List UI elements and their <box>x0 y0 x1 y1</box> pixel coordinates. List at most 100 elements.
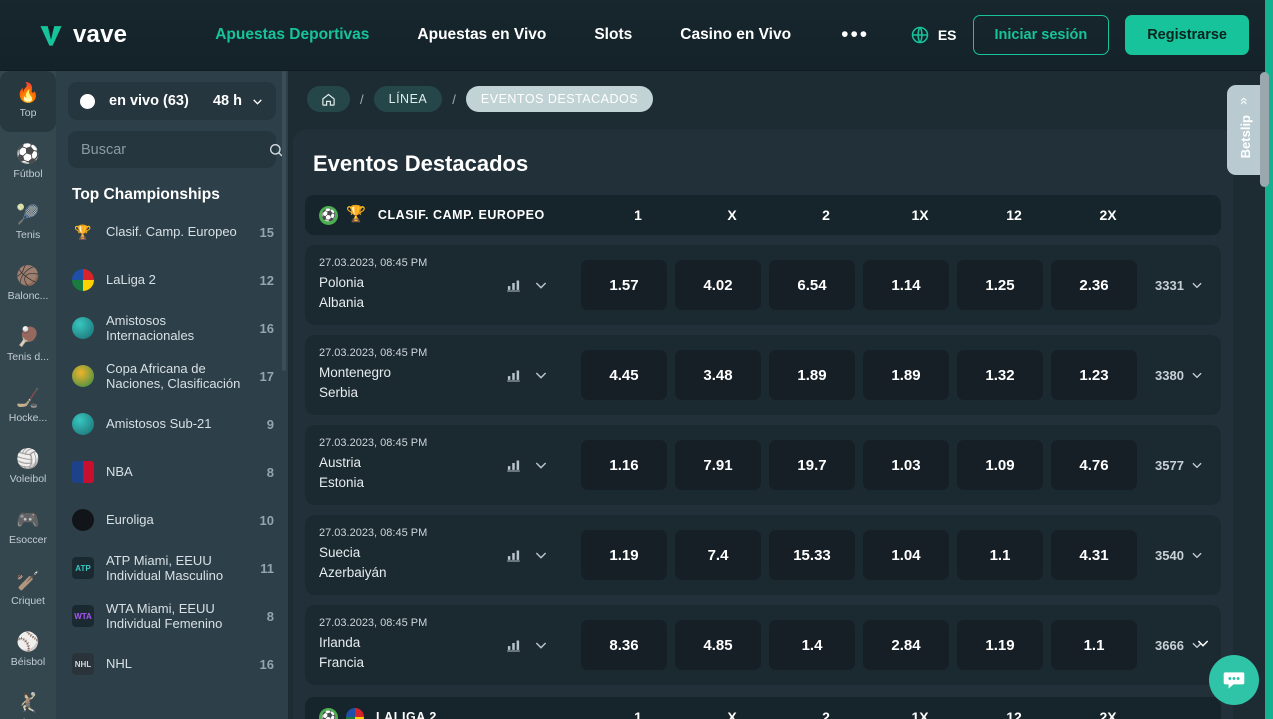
odd-cell-x[interactable]: 4.02 <box>675 260 761 310</box>
betslip-tab[interactable]: « Betslip <box>1227 85 1263 175</box>
rail-item-top[interactable]: 🔥 Top <box>0 71 56 132</box>
chevron-down-icon[interactable] <box>533 457 549 473</box>
odd-cell-2x[interactable]: 1.1 <box>1051 620 1137 670</box>
chevron-down-icon[interactable] <box>533 637 549 653</box>
rail-item-baloncesto[interactable]: 🏀 Balonc... <box>0 254 56 315</box>
main-nav: Apuestas Deportivas Apuestas en Vivo Slo… <box>191 24 895 45</box>
chevron-down-icon[interactable] <box>533 547 549 563</box>
chevron-down-icon[interactable] <box>533 367 549 383</box>
odd-cell-1[interactable]: 1.57 <box>581 260 667 310</box>
odd-cell-1x[interactable]: 1.89 <box>863 350 949 400</box>
rail-item-hockey[interactable]: 🏒 Hocke... <box>0 376 56 437</box>
odd-cell-1x[interactable]: 1.04 <box>863 530 949 580</box>
odd-cell-2x[interactable]: 2.36 <box>1051 260 1137 310</box>
breadcrumb-item-linea[interactable]: LÍNEA <box>373 86 443 112</box>
list-item[interactable]: NHL NHL 16 <box>56 640 288 688</box>
odd-cell-2[interactable]: 19.7 <box>769 440 855 490</box>
more-markets-button[interactable]: 3577 <box>1155 458 1207 473</box>
rail-item-balonmano[interactable]: 🤾 Balon... <box>0 681 56 719</box>
list-item[interactable]: Euroliga 10 <box>56 496 288 544</box>
list-item[interactable]: ATP ATP Miami, EEUU Individual Masculino… <box>56 544 288 592</box>
chat-button[interactable] <box>1209 655 1259 705</box>
nav-casino-en-vivo[interactable]: Casino en Vivo <box>656 26 815 44</box>
chevron-down-icon[interactable] <box>251 95 264 108</box>
rail-item-tenis-de-mesa[interactable]: 🏓 Tenis d... <box>0 315 56 376</box>
table-row[interactable]: 27.03.2023, 08:45 PM Polonia Albania 1.5… <box>305 245 1221 325</box>
list-item[interactable]: WTA WTA Miami, EEUU Individual Femenino … <box>56 592 288 640</box>
breadcrumb-home[interactable] <box>307 86 350 112</box>
bar-chart-icon[interactable] <box>506 368 521 383</box>
page-scrollbar-thumb[interactable] <box>1260 72 1269 187</box>
odd-cell-2[interactable]: 15.33 <box>769 530 855 580</box>
more-markets-button[interactable]: 3380 <box>1155 368 1207 383</box>
sidebar-scrollbar[interactable] <box>282 71 286 371</box>
register-button[interactable]: Registrarse <box>1125 15 1249 55</box>
bar-chart-icon[interactable] <box>506 458 521 473</box>
bar-chart-icon[interactable] <box>506 638 521 653</box>
language-selector[interactable]: ES <box>910 25 957 45</box>
events-panel: Eventos Destacados ⚽ 🏆 CLASIF. CAMP. EUR… <box>293 129 1233 719</box>
odd-cell-1[interactable]: 4.45 <box>581 350 667 400</box>
list-item[interactable]: Amistosos Internacionales 16 <box>56 304 288 352</box>
list-item[interactable]: Amistosos Sub-21 9 <box>56 400 288 448</box>
nav-apuestas-deportivas[interactable]: Apuestas Deportivas <box>191 26 393 44</box>
rail-item-voleibol[interactable]: 🏐 Voleibol <box>0 437 56 498</box>
bar-chart-icon[interactable] <box>506 278 521 293</box>
sports-icon-rail[interactable]: 🔥 Top ⚽ Fútbol 🎾 Tenis 🏀 Balonc... 🏓 Ten… <box>0 71 56 719</box>
live-toggle-knob[interactable] <box>80 93 95 109</box>
odd-cell-2x[interactable]: 4.76 <box>1051 440 1137 490</box>
list-item[interactable]: Copa Africana de Naciones, Clasificación… <box>56 352 288 400</box>
odd-cell-12[interactable]: 1.19 <box>957 620 1043 670</box>
rail-item-criquet[interactable]: 🏏 Criquet <box>0 559 56 620</box>
more-markets-button[interactable]: 3540 <box>1155 548 1207 563</box>
live-filter-bar[interactable]: en vivo (63) 48 h <box>68 82 276 120</box>
brand-logo[interactable]: vave <box>38 21 127 49</box>
odd-cell-1[interactable]: 1.16 <box>581 440 667 490</box>
table-row[interactable]: 27.03.2023, 08:45 PM Austria Estonia 1.1… <box>305 425 1221 505</box>
chat-minimize-icon[interactable] <box>1195 635 1211 655</box>
odd-cell-2x[interactable]: 1.23 <box>1051 350 1137 400</box>
nav-more-icon[interactable]: ••• <box>815 24 895 45</box>
odd-cell-x[interactable]: 3.48 <box>675 350 761 400</box>
odd-cell-1x[interactable]: 1.14 <box>863 260 949 310</box>
search-input[interactable] <box>81 141 268 158</box>
list-item[interactable]: 🏆 Clasif. Camp. Europeo 15 <box>56 208 288 256</box>
rail-label: Fútbol <box>13 168 43 180</box>
list-item[interactable]: LaLiga 2 12 <box>56 256 288 304</box>
odd-cell-12[interactable]: 1.1 <box>957 530 1043 580</box>
odd-cell-2[interactable]: 1.89 <box>769 350 855 400</box>
table-row[interactable]: 27.03.2023, 08:45 PM Suecia Azerbaiyán 1… <box>305 515 1221 595</box>
league-header-next[interactable]: ⚽ LALIGA 2 1 X 2 1X 12 2X <box>305 697 1221 719</box>
nav-apuestas-en-vivo[interactable]: Apuestas en Vivo <box>393 26 570 44</box>
odd-cell-12[interactable]: 1.32 <box>957 350 1043 400</box>
league-header[interactable]: ⚽ 🏆 CLASIF. CAMP. EUROPEO 1 X 2 1X 12 2X <box>305 195 1221 235</box>
odd-cell-x[interactable]: 4.85 <box>675 620 761 670</box>
odd-cell-x[interactable]: 7.91 <box>675 440 761 490</box>
odd-cell-2x[interactable]: 4.31 <box>1051 530 1137 580</box>
championship-count: 16 <box>259 320 274 336</box>
odd-cell-2[interactable]: 6.54 <box>769 260 855 310</box>
nav-slots[interactable]: Slots <box>570 26 656 44</box>
rail-item-futbol[interactable]: ⚽ Fútbol <box>0 132 56 193</box>
odd-cell-1[interactable]: 8.36 <box>581 620 667 670</box>
chevron-down-icon[interactable] <box>533 277 549 293</box>
rail-item-tenis[interactable]: 🎾 Tenis <box>0 193 56 254</box>
bar-chart-icon[interactable] <box>506 548 521 563</box>
breadcrumb-item-eventos-destacados[interactable]: EVENTOS DESTACADOS <box>465 86 654 112</box>
login-button[interactable]: Iniciar sesión <box>972 15 1110 55</box>
odd-cell-12[interactable]: 1.25 <box>957 260 1043 310</box>
more-markets-button[interactable]: 3331 <box>1155 278 1207 293</box>
odd-cell-12[interactable]: 1.09 <box>957 440 1043 490</box>
table-row[interactable]: 27.03.2023, 08:45 PM Montenegro Serbia 4… <box>305 335 1221 415</box>
table-row[interactable]: 27.03.2023, 08:45 PM Irlanda Francia 8.3… <box>305 605 1221 685</box>
odd-cell-x[interactable]: 7.4 <box>675 530 761 580</box>
search-box[interactable] <box>68 131 283 168</box>
rail-item-esoccer[interactable]: 🎮 Esoccer <box>0 498 56 559</box>
list-item[interactable]: NBA 8 <box>56 448 288 496</box>
championship-count: 11 <box>260 560 274 576</box>
odd-cell-2[interactable]: 1.4 <box>769 620 855 670</box>
odd-cell-1[interactable]: 1.19 <box>581 530 667 580</box>
rail-item-beisbol[interactable]: ⚾ Béisbol <box>0 620 56 681</box>
odd-cell-1x[interactable]: 2.84 <box>863 620 949 670</box>
odd-cell-1x[interactable]: 1.03 <box>863 440 949 490</box>
